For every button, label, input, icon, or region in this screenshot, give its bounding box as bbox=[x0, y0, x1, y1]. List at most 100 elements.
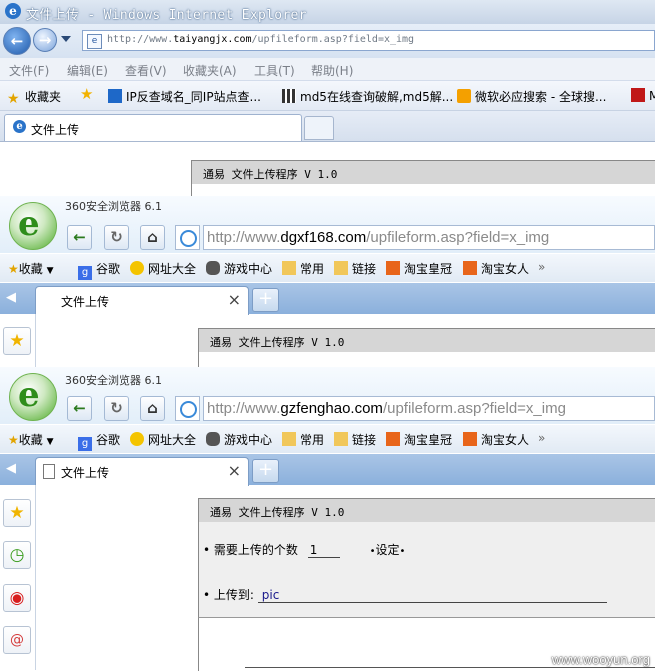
bookmark-taobao-crown[interactable]: 淘宝皇冠 bbox=[386, 431, 452, 448]
ie-tab-icon: e bbox=[13, 120, 26, 133]
bookmark-favorites[interactable]: ★收藏 ▼ bbox=[8, 260, 54, 277]
weibo-icon[interactable]: ◉ bbox=[3, 584, 31, 612]
md5-site-icon bbox=[282, 89, 296, 103]
folder-icon bbox=[334, 432, 348, 446]
back-button[interactable]: ← bbox=[67, 225, 92, 250]
address-bar[interactable]: http://www.gzfenghao.com/upfileform.asp?… bbox=[203, 396, 655, 421]
history-dropdown-icon[interactable] bbox=[61, 36, 71, 42]
bookmark-taobao-crown[interactable]: 淘宝皇冠 bbox=[386, 260, 452, 277]
browser-version: 360安全浏览器 6.1 bbox=[65, 200, 162, 213]
upload-path-input[interactable]: pic bbox=[257, 588, 607, 603]
ie-address-bar[interactable]: e http://www.taiyangjx.com/upfileform.as… bbox=[82, 30, 655, 51]
bookmark-common[interactable]: 常用 bbox=[282, 260, 324, 277]
tool-title-bar: 通易 文件上传程序 V 1.0 bbox=[198, 328, 655, 352]
menu-view[interactable]: 查看(V) bbox=[125, 62, 167, 79]
fav-link-bing[interactable]: 微软必应搜索 - 全球搜... bbox=[457, 88, 606, 105]
tool-title: 通易 文件上传程序 V 1.0 bbox=[203, 168, 338, 181]
bookmark-favorites[interactable]: ★收藏 ▼ bbox=[8, 431, 54, 448]
tab-file-upload[interactable]: 文件上传 × bbox=[35, 286, 249, 315]
fav-link-more[interactable]: M bbox=[631, 88, 655, 103]
gamepad-icon bbox=[206, 432, 220, 446]
add-favorite-icon[interactable]: ★ bbox=[80, 85, 93, 103]
favorites-star-icon[interactable]: ★ bbox=[3, 327, 31, 355]
history-clock-icon[interactable]: ◷ bbox=[3, 541, 31, 569]
tool-title: 通易 文件上传程序 V 1.0 bbox=[210, 506, 345, 519]
menu-file[interactable]: 文件(F) bbox=[9, 62, 49, 79]
bookmark-links[interactable]: 链接 bbox=[334, 431, 376, 448]
ip-site-icon bbox=[108, 89, 122, 103]
menu-help[interactable]: 帮助(H) bbox=[311, 62, 353, 79]
sidebar-toggle-icon[interactable]: ◀ bbox=[6, 290, 16, 305]
tool-title: 通易 文件上传程序 V 1.0 bbox=[210, 336, 345, 349]
back-button[interactable]: ← bbox=[67, 396, 92, 421]
browser-360-toolbar: e 360安全浏览器 6.1 ← ↻ ⌂ http://www.dgxf168.… bbox=[0, 196, 655, 253]
360-logo-icon: e bbox=[9, 373, 57, 421]
close-tab-icon[interactable]: × bbox=[228, 290, 241, 309]
new-tab-button[interactable] bbox=[304, 116, 334, 140]
bookmark-google[interactable]: g 谷歌 bbox=[78, 260, 120, 280]
favorites-button[interactable]: ★ 收藏夹 bbox=[7, 88, 61, 106]
bookmarks-more-icon[interactable]: » bbox=[538, 431, 545, 445]
tab-bar: ◀ 文件上传 × + bbox=[0, 283, 655, 315]
taobao-icon bbox=[463, 432, 477, 446]
bookmark-google[interactable]: g 谷歌 bbox=[78, 431, 120, 451]
ie-nav-bar: ← → e http://www.taiyangjx.com/upfilefor… bbox=[0, 24, 655, 58]
new-tab-button[interactable]: + bbox=[252, 288, 279, 312]
bing-icon bbox=[457, 89, 471, 103]
folder-icon bbox=[334, 261, 348, 275]
tab-file-upload[interactable]: 文件上传 × bbox=[35, 457, 249, 486]
menu-tools[interactable]: 工具(T) bbox=[254, 62, 295, 79]
back-button[interactable]: ← bbox=[3, 27, 31, 55]
url[interactable]: http://www.gzfenghao.com/upfileform.asp?… bbox=[207, 400, 566, 417]
refresh-button[interactable]: ↻ bbox=[104, 225, 129, 250]
upload-count-input[interactable]: 1 bbox=[307, 543, 340, 558]
site-security-icon[interactable] bbox=[175, 225, 200, 250]
address-bar[interactable]: http://www.dgxf168.com/upfileform.asp?fi… bbox=[203, 225, 655, 250]
refresh-button[interactable]: ↻ bbox=[104, 396, 129, 421]
ie-tab-label: 文件上传 bbox=[31, 123, 80, 137]
fav-link-md5[interactable]: md5在线查询破解,md5解... bbox=[282, 88, 453, 105]
new-tab-button[interactable]: + bbox=[252, 459, 279, 483]
tab-bar: ◀ 文件上传 × + bbox=[0, 454, 655, 486]
forward-button[interactable]: → bbox=[33, 28, 57, 52]
ie-page-content: 通易 文件上传程序 V 1.0 bbox=[0, 142, 655, 196]
fav-link-ip[interactable]: IP反查域名_同IP站点查... bbox=[108, 88, 261, 105]
ie-window-title: 文件上传 - Windows Internet Explorer bbox=[26, 8, 307, 23]
taobao-icon bbox=[463, 261, 477, 275]
bookmark-taobao-women[interactable]: 淘宝女人 bbox=[463, 260, 529, 277]
count-label: 需要上传的个数 bbox=[213, 543, 298, 557]
close-tab-icon[interactable]: × bbox=[228, 461, 241, 480]
gamepad-icon bbox=[206, 261, 220, 275]
ie-tab-file-upload[interactable]: e 文件上传 bbox=[4, 114, 302, 141]
set-button[interactable]: 设定 bbox=[375, 543, 399, 557]
page-icon: e bbox=[87, 34, 102, 49]
ie-url[interactable]: http://www.taiyangjx.com/upfileform.asp?… bbox=[107, 34, 414, 45]
menu-edit[interactable]: 编辑(E) bbox=[67, 62, 108, 79]
favorites-star-icon[interactable]: ★ bbox=[3, 499, 31, 527]
menu-favorites[interactable]: 收藏夹(A) bbox=[183, 62, 237, 79]
url[interactable]: http://www.dgxf168.com/upfileform.asp?fi… bbox=[207, 229, 549, 246]
dot-icon: • bbox=[399, 546, 406, 557]
bookmark-url-nav[interactable]: 网址大全 bbox=[130, 431, 196, 448]
sidebar: ★ bbox=[0, 314, 36, 367]
bookmark-game-center[interactable]: 游戏中心 bbox=[206, 260, 272, 277]
bookmark-game-center[interactable]: 游戏中心 bbox=[206, 431, 272, 448]
bookmark-links[interactable]: 链接 bbox=[334, 260, 376, 277]
sidebar-toggle-icon[interactable]: ◀ bbox=[6, 461, 16, 476]
bookmark-common[interactable]: 常用 bbox=[282, 431, 324, 448]
ie-title-bar: e 文件上传 - Windows Internet Explorer bbox=[0, 0, 655, 24]
tool-title-bar: 通易 文件上传程序 V 1.0 bbox=[191, 160, 655, 184]
home-button[interactable]: ⌂ bbox=[140, 225, 165, 250]
upload-form: • 需要上传的个数 1 •设定• • 上传到: pic bbox=[198, 522, 655, 617]
bookmark-taobao-women[interactable]: 淘宝女人 bbox=[463, 431, 529, 448]
browser-version: 360安全浏览器 6.1 bbox=[65, 374, 162, 387]
star-icon: ★ bbox=[7, 91, 20, 107]
home-button[interactable]: ⌂ bbox=[140, 396, 165, 421]
site-security-icon[interactable] bbox=[175, 396, 200, 421]
bookmark-url-nav[interactable]: 网址大全 bbox=[130, 260, 196, 277]
ie-logo-icon: e bbox=[5, 3, 21, 19]
tool-title-bar: 通易 文件上传程序 V 1.0 bbox=[198, 498, 655, 522]
email-icon[interactable]: @ bbox=[3, 626, 31, 654]
bookmarks-more-icon[interactable]: » bbox=[538, 260, 545, 274]
google-icon: g bbox=[78, 437, 92, 451]
